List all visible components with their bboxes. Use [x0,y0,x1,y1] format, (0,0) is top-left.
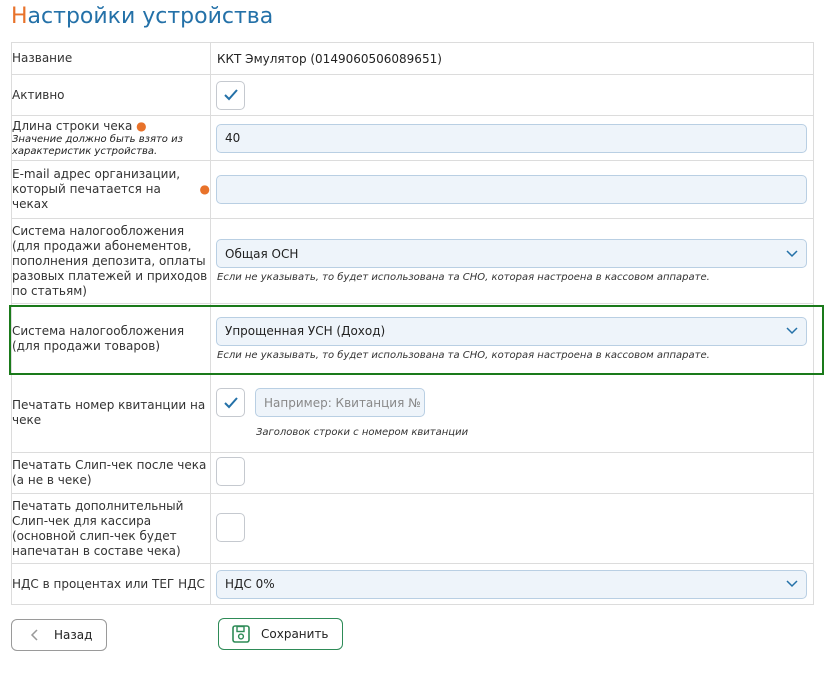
chevron-down-icon [786,327,798,335]
chevron-left-icon [24,625,44,645]
row-active: Активно [11,74,814,116]
row-tax-services: Система налогообложения (для продажи або… [11,218,814,304]
active-checkbox[interactable] [216,80,245,110]
tax-goods-label: Система налогообложения (для продажи тов… [11,303,211,374]
check-icon [223,396,238,408]
row-vat: НДС в процентах или ТЕГ НДС НДС 0% [11,563,814,605]
tax-goods-hint: Если не указывать, то будет использована… [217,349,710,361]
email-label: E-mail адрес организации, который печата… [12,167,181,211]
email-input[interactable] [216,175,807,204]
save-button-label: Сохранить [261,627,329,641]
name-label: Название [11,42,211,75]
back-button-label: Назад [54,628,93,642]
settings-table: Название ККТ Эмулятор (014906050608965​1… [11,42,814,605]
save-icon [231,624,251,644]
tax-services-hint: Если не указывать, то будет использована… [217,272,710,283]
active-label: Активно [11,74,211,116]
check-icon [223,89,238,101]
page-title-first-letter: Н [11,4,28,29]
chevron-down-icon [786,580,798,588]
chevron-down-icon [786,249,798,257]
tax-goods-value: Упрощенная УСН (Доход) [225,324,386,338]
required-marker: ● [136,118,147,133]
save-button[interactable]: Сохранить [218,618,343,650]
row-receipt-number: Печатать номер квитанции на чеке Наприме… [11,373,814,453]
row-email: E-mail адрес организации, который печата… [11,160,814,219]
receipt-number-label: Печатать номер квитанции на чеке [11,373,211,453]
back-button[interactable]: Назад [11,619,107,651]
line-length-input[interactable]: 40 [216,123,807,153]
tax-goods-select[interactable]: Упрощенная УСН (Доход) [216,316,807,346]
tax-services-value: Общая ОСН [225,246,299,261]
vat-value: НДС 0% [225,577,275,591]
page-title: Настройки устройства [11,4,273,29]
vat-select[interactable]: НДС 0% [216,569,807,599]
extra-slip-checkbox[interactable] [216,512,245,542]
print-slip-label: Печатать Слип-чек после чека (а не в чек… [11,452,211,494]
required-marker: ● [199,182,210,196]
device-name-value: ККТ Эмулятор (014906050608965​1) [217,51,442,66]
page-title-rest: астройки устройства [27,4,274,29]
line-length-label: Длина строки чека [12,118,133,133]
tax-services-label: Система налогообложения (для продажи або… [11,218,211,304]
line-length-hint: Значение должно быть взято из характерис… [12,133,183,157]
row-line-length: Длина строки чека ● Значение должно быть… [11,115,814,161]
row-name: Название ККТ Эмулятор (014906050608965​1… [11,42,814,75]
receipt-title-input[interactable]: Например: Квитанция № [255,388,425,417]
row-extra-slip: Печатать дополнительный Слип-чек для кас… [11,493,814,564]
tax-services-select[interactable]: Общая ОСН [216,239,807,268]
extra-slip-label: Печатать дополнительный Слип-чек для кас… [11,493,211,564]
receipt-title-hint: Заголовок строки с номером квитанции [256,427,469,438]
row-print-slip: Печатать Слип-чек после чека (а не в чек… [11,452,814,494]
receipt-number-checkbox[interactable] [216,388,245,417]
row-tax-goods: Система налогообложения (для продажи тов… [11,303,814,374]
vat-label: НДС в процентах или ТЕГ НДС [11,563,211,605]
print-slip-checkbox[interactable] [216,457,245,486]
